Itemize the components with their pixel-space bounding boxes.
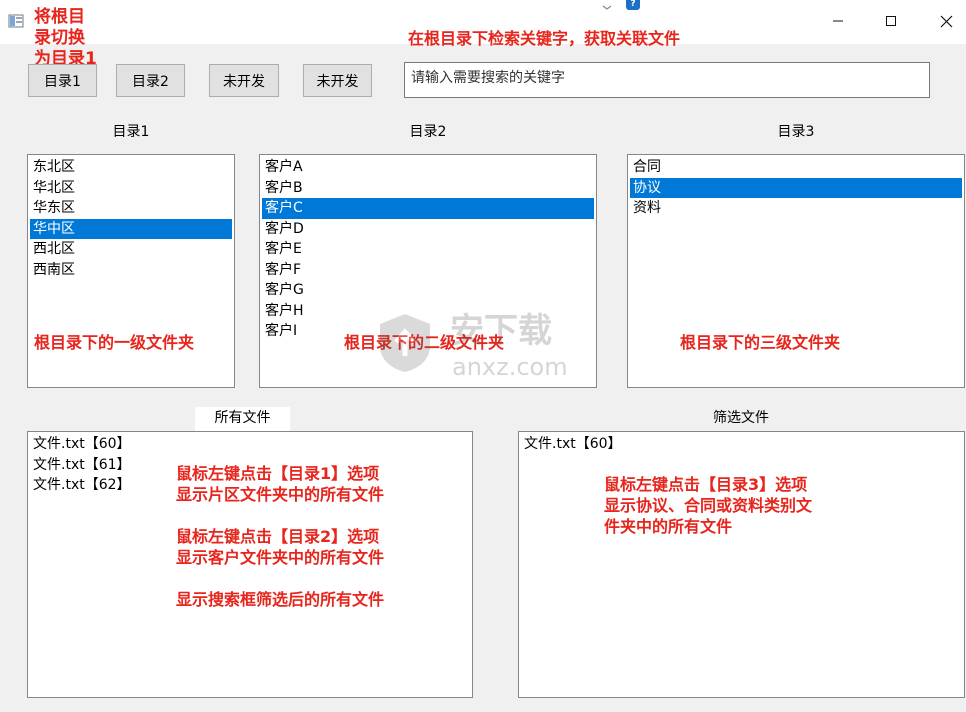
list-item[interactable]: 客户G	[262, 280, 594, 301]
dir3-header: 目录3	[777, 124, 815, 140]
annotation-switch-root: 将根目 录切换 为目录1	[34, 7, 97, 69]
annotation-all-files: 鼠标左键点击【目录1】选项 显示片区文件夹中的所有文件 鼠标左键点击【目录2】选…	[176, 464, 385, 609]
maximize-button[interactable]	[871, 8, 911, 38]
dir2-button[interactable]: 目录2	[116, 64, 185, 97]
filtered-files-header: 筛选文件	[713, 410, 769, 426]
list-item[interactable]: 客户E	[262, 239, 594, 260]
minimize-button[interactable]	[818, 8, 858, 38]
list-item-selected[interactable]: 华中区	[30, 218, 232, 239]
dir2-header: 目录2	[409, 124, 447, 140]
all-files-header: 所有文件	[195, 407, 290, 431]
list-item[interactable]: 文件.txt【60】	[521, 434, 962, 455]
list-item[interactable]: 资料	[630, 198, 962, 219]
list-item[interactable]: 客户D	[262, 219, 594, 240]
dir1-button[interactable]: 目录1	[28, 64, 97, 97]
watermark-shield-icon	[376, 312, 434, 374]
watermark-text-en: anxz.com	[452, 353, 568, 381]
minimize-icon	[832, 15, 844, 31]
annotation-search: 在根目录下检索关键字，获取关联文件	[408, 29, 681, 48]
dir1-header: 目录1	[112, 124, 150, 140]
maximize-icon	[885, 15, 897, 31]
list-item[interactable]: 客户F	[262, 260, 594, 281]
list-item[interactable]: 文件.txt【60】	[30, 434, 470, 455]
close-icon	[940, 15, 953, 32]
annotation-dir3: 根目录下的三级文件夹	[680, 333, 841, 352]
list-item[interactable]: 华东区	[30, 198, 232, 219]
chevron-down-icon[interactable]	[600, 0, 614, 10]
list-item[interactable]: 华北区	[30, 178, 232, 199]
list-item-selected[interactable]: 客户C	[262, 198, 594, 219]
filtered-files-list[interactable]: 文件.txt【60】	[518, 431, 965, 698]
help-badge[interactable]: ?	[626, 0, 640, 10]
list-item[interactable]: 东北区	[30, 157, 232, 178]
close-button[interactable]	[926, 8, 966, 38]
list-item[interactable]: 合同	[630, 157, 962, 178]
annotation-dir1: 根目录下的一级文件夹	[34, 333, 195, 352]
undeveloped-button-1[interactable]: 未开发	[209, 64, 279, 97]
list-item[interactable]: 西北区	[30, 239, 232, 260]
list-item[interactable]: 西南区	[30, 260, 232, 281]
annotation-filtered-files: 鼠标左键点击【目录3】选项 显示协议、合同或资料类别文 件夹中的所有文件	[604, 475, 813, 536]
list-item[interactable]: 客户A	[262, 157, 594, 178]
undeveloped-button-2[interactable]: 未开发	[303, 64, 372, 97]
app-icon	[8, 13, 24, 29]
list-item[interactable]: 客户B	[262, 178, 594, 199]
search-input[interactable]: 请输入需要搜索的关键字	[404, 62, 930, 98]
watermark-text-cn: 安下载	[450, 311, 552, 351]
list-item-selected[interactable]: 协议	[630, 177, 962, 198]
